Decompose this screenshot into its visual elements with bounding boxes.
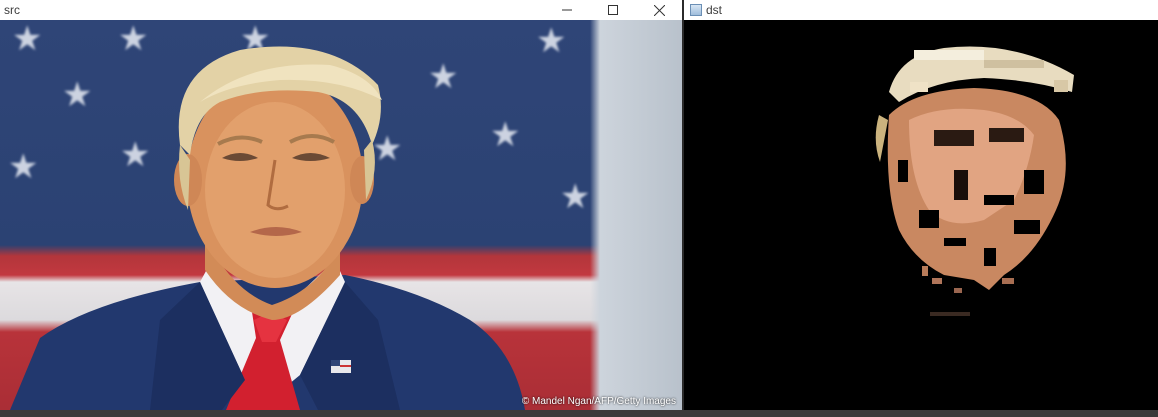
- src-image: ★ ★ ★ ★ ★ ★ ★ ★ ★ ★ ★ © Mandel Ngan/AFP/…: [0, 20, 682, 410]
- close-icon: [653, 4, 665, 16]
- dst-title-bar[interactable]: dst: [684, 0, 1158, 20]
- src-window: src ★ ★ ★ ★ ★ ★ ★ ★ ★ ★ ★ © Mandel Ngan/…: [0, 0, 682, 410]
- minimize-icon: [562, 9, 572, 11]
- maximize-icon: [608, 5, 618, 15]
- dst-window: dst: [684, 0, 1158, 410]
- portrait: [10, 46, 525, 410]
- background-taskbar-strip: [0, 410, 1158, 417]
- dst-window-title: dst: [706, 3, 723, 17]
- src-title-bar[interactable]: src: [0, 0, 682, 20]
- maximize-button[interactable]: [590, 0, 636, 20]
- photo-credit: © Mandel Ngan/AFP/Getty Images: [521, 396, 676, 407]
- src-window-title: src: [4, 3, 20, 17]
- minimize-button[interactable]: [544, 0, 590, 20]
- segmented-face: [875, 46, 1074, 316]
- close-button[interactable]: [636, 0, 682, 20]
- window-icon: [690, 4, 702, 16]
- dst-image: [684, 20, 1158, 410]
